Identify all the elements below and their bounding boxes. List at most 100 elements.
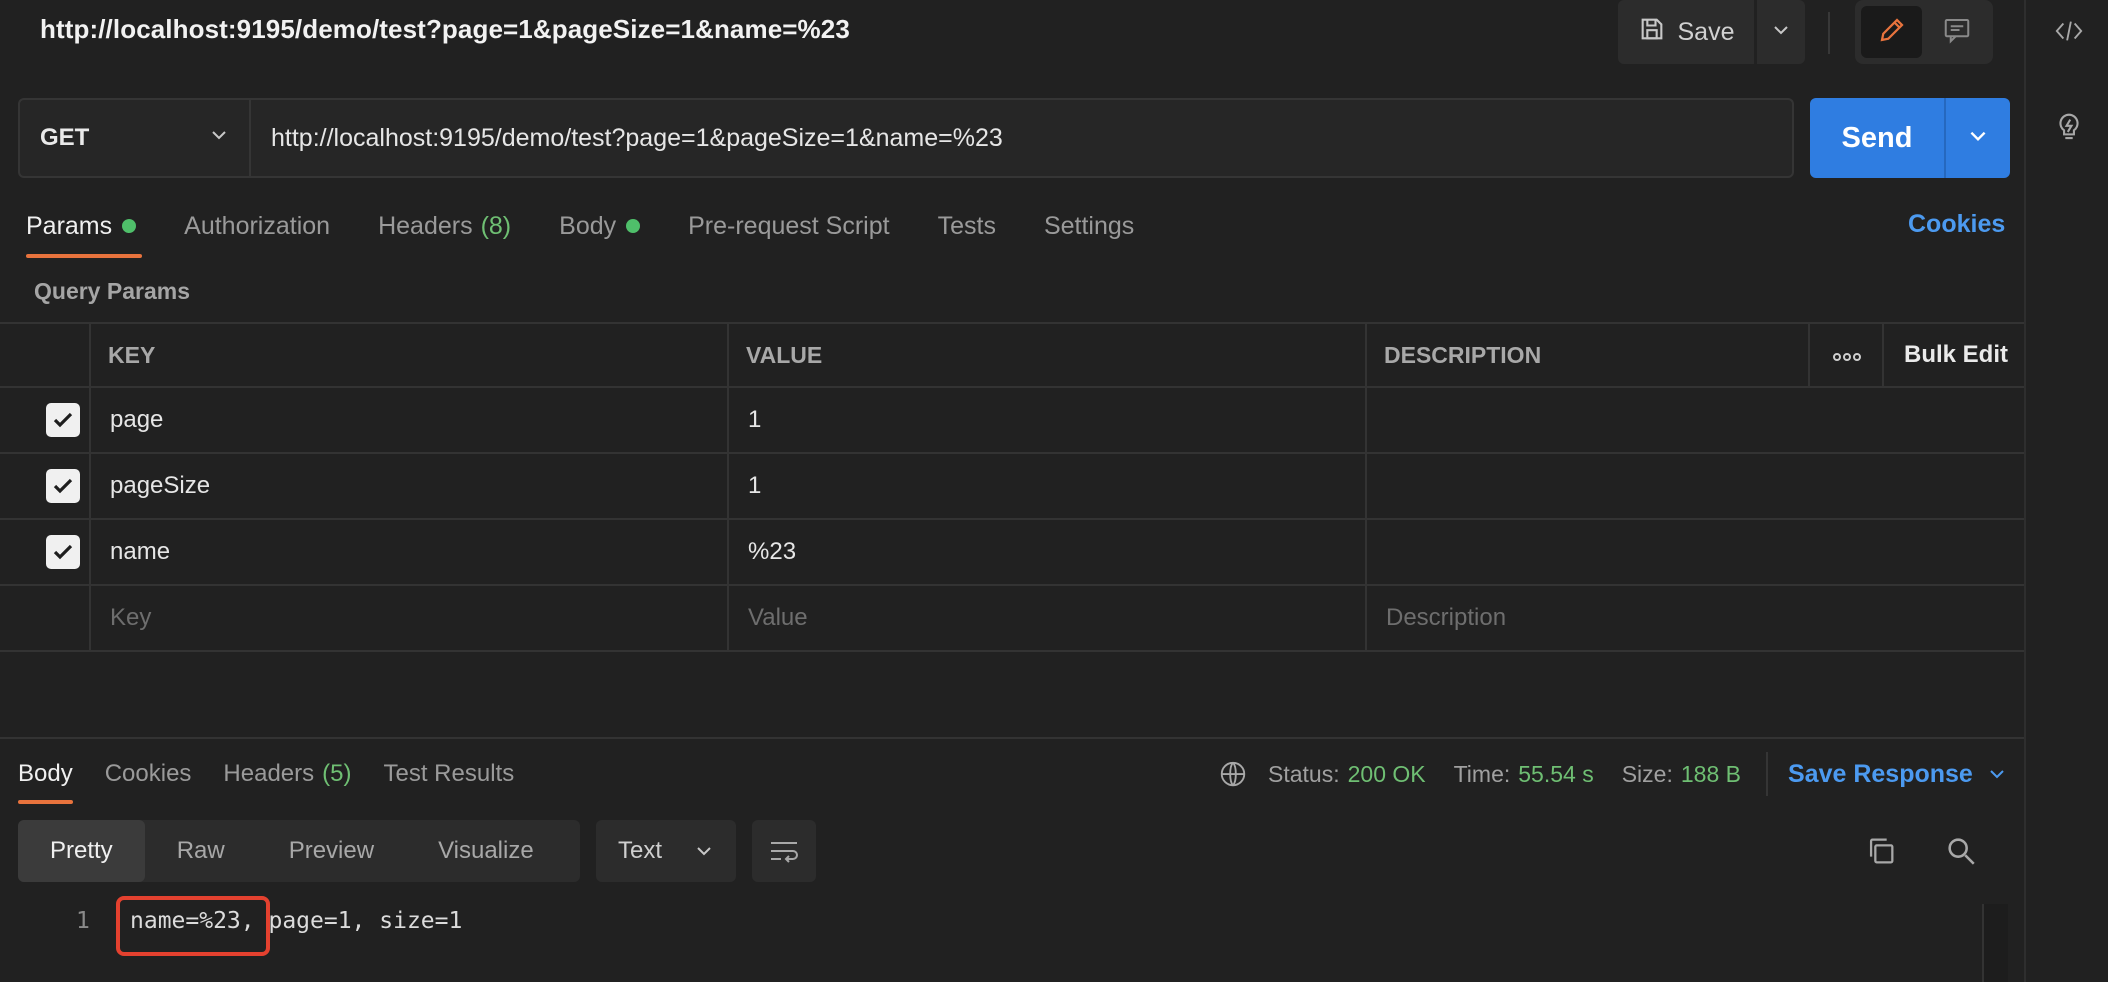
comment-icon xyxy=(1942,15,1972,50)
view-mode-segmented: Pretty Raw Preview Visualize xyxy=(18,820,580,882)
response-body-editor[interactable]: 1 name=%23, page=1, size=1 xyxy=(0,896,1984,982)
size-value[interactable]: 188 B xyxy=(1681,761,1741,788)
table-header: KEY VALUE DESCRIPTION Bulk Edit xyxy=(0,322,2024,388)
tab-label: Headers xyxy=(378,211,473,240)
param-checkbox[interactable] xyxy=(46,388,80,452)
tab-test-results[interactable]: Test Results xyxy=(383,756,514,792)
lightbulb-icon[interactable] xyxy=(2054,112,2084,142)
size-label: Size: xyxy=(1621,760,1673,787)
param-checkbox[interactable] xyxy=(46,520,80,584)
response-tabs: Body Cookies Headers (5) Test Results xyxy=(18,756,546,804)
cookies-link[interactable]: Cookies xyxy=(1908,210,2005,239)
status-label: Status: xyxy=(1268,760,1340,787)
status-dot xyxy=(122,219,137,233)
tab-response-cookies[interactable]: Cookies xyxy=(105,756,192,792)
table-row-new: Key Value Description xyxy=(0,586,2024,652)
globe-icon[interactable] xyxy=(1218,759,1248,789)
scrollbar[interactable] xyxy=(1982,904,2008,982)
tab-label: Test Results xyxy=(383,760,515,787)
line-number: 1 xyxy=(76,908,90,934)
divider xyxy=(1828,12,1830,54)
tab-label: Authorization xyxy=(184,211,331,240)
response-status-bar: Status: 200 OK Time: 55.54 s Size: 188 B xyxy=(1218,756,1741,792)
param-value[interactable]: 1 xyxy=(748,388,761,452)
format-select[interactable]: Text xyxy=(596,820,736,882)
tab-label: Params xyxy=(26,211,113,240)
time-value[interactable]: 55.54 s xyxy=(1518,761,1593,788)
edit-mode-button[interactable] xyxy=(1861,6,1922,58)
param-value[interactable]: 1 xyxy=(748,454,761,518)
column-header-key: KEY xyxy=(108,341,156,368)
divider xyxy=(1766,752,1768,796)
tab-label: Cookies xyxy=(104,760,192,787)
param-key[interactable]: page xyxy=(110,388,163,452)
save-label: Save xyxy=(1677,17,1735,46)
comment-mode-button[interactable] xyxy=(1926,6,1987,58)
more-options-button[interactable] xyxy=(1830,324,1864,386)
view-preview[interactable]: Preview xyxy=(257,820,406,882)
more-icon xyxy=(1832,341,1862,369)
time-label: Time: xyxy=(1453,760,1511,787)
headers-count: (5) xyxy=(322,760,352,787)
status-value[interactable]: 200 OK xyxy=(1348,761,1426,788)
code-icon[interactable] xyxy=(2054,16,2084,46)
copy-icon[interactable] xyxy=(1864,834,1898,873)
param-key[interactable]: name xyxy=(110,520,170,584)
search-icon[interactable] xyxy=(1944,834,1978,873)
send-button[interactable]: Send xyxy=(1810,98,1946,178)
chevron-down-icon xyxy=(209,124,229,152)
column-header-description: DESCRIPTION xyxy=(1384,341,1542,368)
chevron-down-icon xyxy=(1771,20,1791,45)
save-icon xyxy=(1638,15,1666,50)
mode-toggle xyxy=(1855,0,1993,64)
tab-response-body[interactable]: Body xyxy=(18,756,73,804)
save-group: Save xyxy=(1618,0,1805,64)
wrap-lines-button[interactable] xyxy=(752,820,816,882)
pane-divider[interactable] xyxy=(0,737,2024,739)
tab-label: Pre-request Script xyxy=(688,211,890,240)
table-row: page 1 xyxy=(0,388,2024,454)
save-response-label: Save Response xyxy=(1788,759,1973,788)
save-button[interactable]: Save xyxy=(1618,0,1754,64)
send-group: Send xyxy=(1810,98,2010,178)
save-response-button[interactable]: Save Response xyxy=(1788,756,2007,792)
send-options-button[interactable] xyxy=(1946,98,2010,178)
new-key-input[interactable]: Key xyxy=(110,586,151,650)
request-title[interactable]: http://localhost:9195/demo/test?page=1&p… xyxy=(40,14,850,45)
param-value[interactable]: %23 xyxy=(748,520,796,584)
right-sidebar xyxy=(2024,0,2108,982)
chevron-down-icon xyxy=(1987,764,2007,784)
highlight-annotation xyxy=(116,896,270,956)
chevron-down-icon xyxy=(1967,125,1989,152)
tab-response-headers[interactable]: Headers (5) xyxy=(223,756,351,792)
wrap-icon xyxy=(768,837,800,865)
column-header-value: VALUE xyxy=(746,341,823,368)
headers-count: (8) xyxy=(480,211,512,240)
param-key[interactable]: pageSize xyxy=(110,454,210,518)
new-description-input[interactable]: Description xyxy=(1386,586,1506,650)
save-options-button[interactable] xyxy=(1757,0,1805,64)
tab-headers[interactable]: Headers (8) xyxy=(378,208,511,244)
url-input[interactable] xyxy=(251,100,1792,176)
bulk-edit-button[interactable]: Bulk Edit xyxy=(1904,324,2008,386)
tab-settings[interactable]: Settings xyxy=(1044,208,1134,244)
new-value-input[interactable]: Value xyxy=(748,586,808,650)
param-checkbox[interactable] xyxy=(46,454,80,518)
tab-body[interactable]: Body xyxy=(559,208,641,244)
request-tabs: Params Authorization Headers (8) Body Pr… xyxy=(26,208,1182,258)
tab-label: Tests xyxy=(937,211,996,240)
request-line: GET xyxy=(18,98,1794,178)
tab-authorization[interactable]: Authorization xyxy=(184,208,330,244)
tab-params[interactable]: Params xyxy=(26,208,143,258)
view-pretty[interactable]: Pretty xyxy=(18,820,145,882)
tab-prerequest-script[interactable]: Pre-request Script xyxy=(688,208,889,244)
tab-label: Body xyxy=(18,760,73,787)
tab-tests[interactable]: Tests xyxy=(938,208,996,244)
method-label: GET xyxy=(40,124,90,151)
pencil-icon xyxy=(1877,15,1907,50)
tab-label: Settings xyxy=(1043,211,1135,240)
table-row: pageSize 1 xyxy=(0,454,2024,520)
view-raw[interactable]: Raw xyxy=(145,820,257,882)
method-select[interactable]: GET xyxy=(20,100,251,176)
view-visualize[interactable]: Visualize xyxy=(406,820,566,882)
